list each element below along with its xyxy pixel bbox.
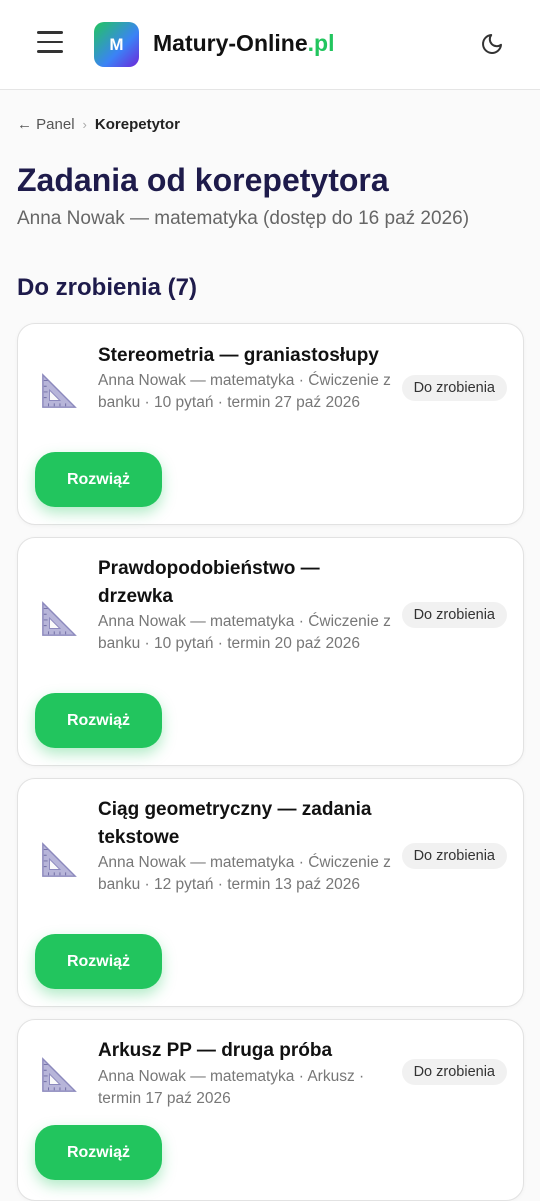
brand-main: Matury-Online [153, 30, 308, 56]
assignment-card: Stereometria — graniastosłupy Anna Nowak… [17, 323, 524, 525]
set-square-icon [42, 601, 77, 636]
page-subtitle: Anna Nowak — matematyka (dostęp do 16 pa… [17, 208, 470, 229]
breadcrumb-back-link[interactable]: ← Panel [17, 116, 75, 133]
solve-button[interactable]: Rozwiąż [35, 693, 162, 748]
assignment-title[interactable]: Stereometria — graniastosłupy [98, 342, 388, 370]
assignment-card: Ciąg geometryczny — zadania tekstowe Ann… [17, 778, 524, 1007]
assignment-title[interactable]: Prawdopodobieństwo — drzewka [98, 555, 388, 611]
section-title: Do zrobienia (7) [17, 274, 198, 301]
breadcrumb: ← Panel › Korepetytor [17, 116, 180, 133]
assignment-meta: Anna Nowak — matematyka · Ćwiczenie z ba… [98, 613, 391, 652]
status-badge: Do zrobienia [401, 1059, 507, 1085]
status-badge: Do zrobienia [401, 375, 507, 401]
solve-button[interactable]: Rozwiąż [35, 452, 162, 507]
moon-icon[interactable] [480, 32, 504, 56]
page-title: Zadania od korepetytora [17, 162, 389, 198]
status-badge: Do zrobienia [401, 602, 507, 628]
assignment-title[interactable]: Arkusz PP — druga próba [98, 1037, 388, 1065]
status-badge: Do zrobienia [401, 843, 507, 869]
breadcrumb-current: Korepetytor [94, 116, 180, 133]
assignment-meta: Anna Nowak — matematyka · Ćwiczenie z ba… [98, 372, 391, 411]
set-square-icon [42, 842, 77, 877]
logo[interactable]: M [94, 22, 139, 67]
set-square-icon [42, 373, 77, 408]
assignment-card: Prawdopodobieństwo — drzewka Anna Nowak … [17, 537, 524, 766]
assignment-meta: Anna Nowak — matematyka · Arkusz · termi… [98, 1068, 365, 1107]
brand-tld: .pl [307, 30, 335, 56]
brand-name[interactable]: Matury-Online.pl [153, 30, 334, 57]
assignment-meta: Anna Nowak — matematyka · Ćwiczenie z ba… [98, 854, 391, 893]
set-square-icon [42, 1057, 77, 1092]
solve-button[interactable]: Rozwiąż [35, 1125, 162, 1180]
top-bar: M Matury-Online.pl [0, 0, 540, 90]
breadcrumb-separator: › [82, 117, 87, 132]
assignment-card: Arkusz PP — druga próba Anna Nowak — mat… [17, 1019, 524, 1201]
solve-button[interactable]: Rozwiąż [35, 934, 162, 989]
assignment-title[interactable]: Ciąg geometryczny — zadania tekstowe [98, 796, 388, 852]
hamburger-icon[interactable] [37, 31, 63, 57]
